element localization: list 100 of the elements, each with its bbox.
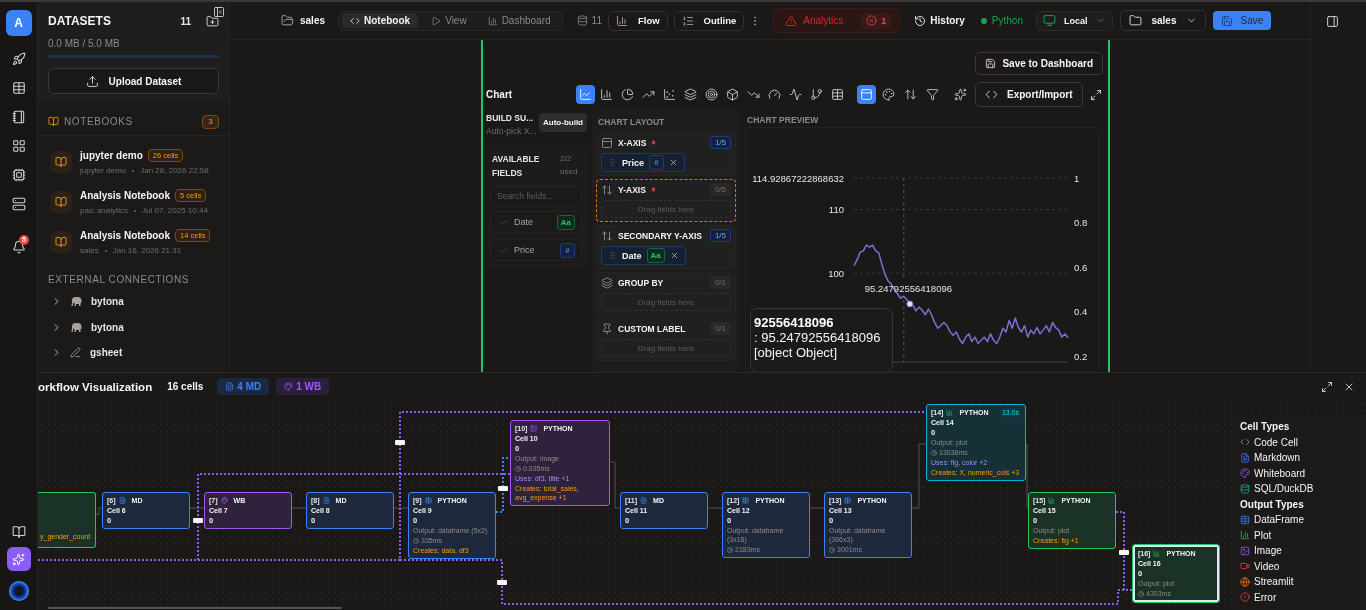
legend-label: Error — [1254, 591, 1277, 603]
notebooks-count: 3 — [202, 114, 219, 129]
connection-name[interactable]: gsheet — [90, 347, 123, 359]
notebooks-heading: NOTEBOOKS — [64, 116, 133, 127]
field-type-badge: # — [560, 242, 575, 258]
view-tab[interactable]: Dashboard — [479, 13, 559, 28]
chart-tool-button[interactable] — [951, 85, 970, 104]
connection-name[interactable]: bytona — [91, 321, 124, 333]
field-item[interactable]: Date Aa — [490, 211, 582, 233]
workspace-avatar[interactable]: A — [5, 10, 32, 36]
folder-name[interactable]: sales — [300, 15, 326, 26]
view-tab[interactable]: View — [423, 13, 475, 28]
table-icon — [742, 497, 750, 504]
legend-label: Whiteboard — [1254, 467, 1306, 479]
layers-icon — [601, 276, 613, 289]
notebook-name[interactable]: Analysis Notebook — [80, 190, 171, 201]
chart-layout-title: CHART LAYOUT — [598, 117, 666, 127]
field-name: Date — [514, 217, 533, 227]
chart-type-button[interactable] — [702, 85, 721, 104]
cell-count: 11 — [591, 15, 602, 26]
chip-label: Date — [622, 250, 642, 261]
chip-icon[interactable] — [11, 167, 26, 182]
notebook-name[interactable]: Analysis Notebook — [80, 230, 171, 241]
available-fields-title: AVAILABLE FIELDS — [491, 153, 541, 180]
auto-build-button[interactable]: Auto-build — [539, 113, 587, 132]
section-label: Y-AXIS — [618, 184, 646, 195]
panel-icon — [860, 88, 873, 101]
table-icon[interactable] — [11, 80, 26, 95]
server-icon[interactable] — [11, 196, 26, 211]
notebook-date: Jul 07, 2025 10:44 — [142, 206, 208, 215]
legend-label: Streamlit — [1254, 576, 1294, 588]
expand-icon[interactable] — [1089, 88, 1102, 101]
field-chip[interactable]: Price # — [601, 153, 686, 172]
rocket-icon[interactable] — [11, 51, 26, 66]
chart-type-button[interactable] — [576, 85, 595, 104]
user-avatar[interactable] — [8, 581, 29, 601]
bell-icon[interactable] — [11, 239, 26, 254]
chart-tool-button[interactable] — [857, 85, 876, 104]
expand-icon[interactable] — [1321, 380, 1333, 393]
table-icon — [831, 88, 844, 101]
trend-up-icon — [642, 88, 655, 101]
pie-chart-icon — [621, 88, 634, 101]
folder-plus-icon[interactable] — [206, 14, 219, 28]
clock-icon — [515, 465, 521, 472]
legend-label: Image — [1254, 545, 1282, 557]
legend-label: SQL/DuckDB — [1254, 483, 1314, 495]
panel-collapse-icon[interactable] — [213, 6, 225, 18]
legend-label: Plot — [1254, 529, 1272, 541]
toolbar-button[interactable]: Outline — [673, 10, 745, 31]
secondary-axis-label: 0.8 — [1074, 217, 1088, 228]
field-chip[interactable]: Date Aa — [601, 246, 686, 265]
cell-type-badge: 1 WB — [276, 378, 330, 395]
bar-chart-icon — [946, 409, 954, 416]
section-label: GROUP BY — [618, 277, 664, 288]
chart-type-button[interactable] — [681, 85, 700, 104]
toolbar-button[interactable]: Flow — [607, 10, 668, 31]
scrollbar-thumb[interactable] — [48, 607, 342, 609]
export-import-button[interactable]: Export/Import — [975, 82, 1083, 107]
bar-chart-icon — [1240, 530, 1250, 541]
target-icon — [705, 88, 718, 101]
tooltip-title: 92556418096 — [754, 315, 835, 330]
book-icon[interactable] — [50, 151, 72, 173]
environment-dropdown[interactable]: Local — [1035, 10, 1114, 31]
layout-grid-icon[interactable] — [11, 138, 26, 153]
image-icon — [530, 425, 538, 432]
field-item[interactable]: Price # — [490, 239, 582, 261]
datasets-title: DATASETS — [48, 14, 112, 28]
ai-assistant-button[interactable] — [6, 547, 31, 571]
book-icon[interactable] — [50, 231, 72, 253]
book-icon[interactable] — [11, 525, 26, 539]
save-icon — [985, 58, 997, 69]
save-to-dashboard-button[interactable]: Save to Dashboard — [975, 52, 1103, 75]
edge-tag — [498, 486, 508, 491]
view-tab[interactable]: Notebook — [342, 13, 419, 28]
history-icon[interactable] — [914, 14, 927, 27]
filter-icon — [926, 88, 939, 101]
panel-toggle-icon[interactable] — [1326, 15, 1339, 28]
chart-title: Chart — [485, 89, 514, 100]
workflow-cell-count: 16 cells — [167, 381, 204, 392]
secondary-axis-label: 1 — [1074, 172, 1080, 184]
folder-icon[interactable] — [281, 14, 294, 27]
section-label: SECONDARY Y-AXIS — [618, 230, 702, 241]
error-icon — [1240, 592, 1250, 603]
elephant-icon — [70, 296, 82, 308]
panel-icon — [601, 136, 613, 149]
book-icon[interactable] — [50, 191, 72, 213]
project-dropdown[interactable]: sales — [1120, 10, 1206, 31]
connection-name[interactable]: bytona — [91, 296, 124, 308]
save-button[interactable]: Save — [1212, 11, 1272, 30]
legend-label: Code Cell — [1254, 436, 1298, 448]
notebook-icon[interactable] — [11, 109, 26, 124]
grip-icon — [608, 251, 617, 260]
bar-chart-icon — [600, 88, 613, 101]
upload-dataset-button[interactable]: Upload Dataset — [48, 68, 219, 94]
notebook-name[interactable]: jupyter demo — [80, 150, 143, 161]
analytics-alert[interactable]: Analytics 1 — [773, 8, 901, 33]
remove-icon[interactable] — [669, 251, 679, 260]
play-icon — [431, 15, 442, 26]
remove-icon[interactable] — [669, 158, 679, 167]
history-link[interactable]: History — [930, 15, 965, 26]
